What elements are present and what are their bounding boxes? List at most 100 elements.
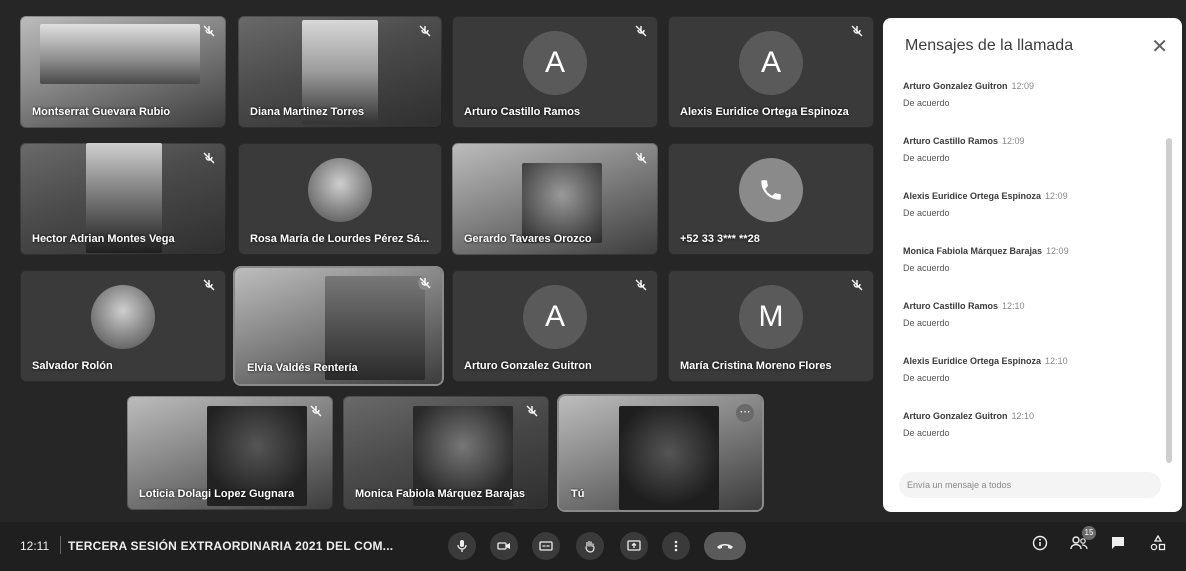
participant-tile[interactable]: M María Cristina Moreno Flores [668,270,874,382]
mic-off-icon [851,25,863,37]
participant-tile[interactable]: Monica Fabiola Márquez Barajas [343,396,549,510]
participant-name: Gerardo Tavares Orozco [464,233,592,245]
self-view-tile[interactable]: ⋯ Tú [559,396,762,510]
video-grid: Montserrat Guevara Rubio Diana Martinez … [0,0,1186,571]
current-time: 12:11 [20,539,50,553]
message-sender: Arturo Gonzalez Guitron [903,411,1008,421]
participant-name: Elvia Valdés Rentería [247,362,358,374]
chat-message: Arturo Castillo Ramos 12:09 De acuerdo [903,131,1158,186]
participant-name: Loticia Dolagi Lopez Gugnara [139,488,295,500]
chat-icon[interactable] [1110,535,1126,555]
more-vert-icon [674,540,678,552]
video-feed [522,163,602,243]
participant-name: Rosa María de Lourdes Pérez Sá... [250,233,430,245]
video-feed [619,406,719,510]
participant-name: Arturo Gonzalez Guitron [464,360,592,372]
participant-tile[interactable]: Hector Adrian Montes Vega [20,143,226,255]
chat-message-list: Arturo Gonzalez Guitron 12:09 De acuerdo … [903,76,1158,461]
participant-tile[interactable]: Salvador Rolón [20,270,226,382]
chat-title: Mensajes de la llamada [905,37,1074,54]
message-text: De acuerdo [903,98,950,108]
meeting-details-icon[interactable] [1032,535,1048,555]
message-sender: Arturo Gonzalez Guitron [903,81,1008,91]
message-text: De acuerdo [903,208,950,218]
mic-off-icon [526,405,538,417]
avatar: M [739,285,803,350]
participant-tile[interactable]: A Arturo Gonzalez Guitron [452,270,658,382]
chat-scrollbar[interactable] [1166,138,1172,463]
video-feed [40,24,200,84]
chat-panel: Mensajes de la llamada ✕ Arturo Gonzalez… [883,18,1182,512]
message-sender: Alexis Euridice Ortega Espinoza [903,191,1042,201]
chat-message: Monica Fabiola Márquez Barajas 12:09 De a… [903,241,1158,296]
captions-button[interactable] [532,532,560,560]
divider [60,536,61,554]
message-text: De acuerdo [903,373,950,383]
meeting-title: TERCERA SESIÓN EXTRAORDINARIA 2021 DEL C… [68,539,394,553]
more-options-icon[interactable]: ⋯ [736,404,754,422]
present-icon [627,540,641,551]
avatar: A [523,285,587,350]
message-time: 12:10 [1011,411,1035,421]
participant-name: Diana Martinez Torres [250,106,365,118]
leave-call-button[interactable] [704,532,746,560]
message-sender: Arturo Castillo Ramos [903,301,999,311]
hand-icon [585,540,595,553]
chat-message-input[interactable]: Envía un mensaje a todos [899,472,1161,498]
close-icon[interactable]: ✕ [1151,34,1168,59]
message-text: De acuerdo [903,318,950,328]
present-screen-button[interactable] [620,532,648,560]
participant-name: Tú [571,488,585,500]
mic-off-icon [203,25,215,37]
message-sender: Arturo Castillo Ramos [903,136,999,146]
participant-tile[interactable]: Diana Martinez Torres [238,16,442,128]
participant-name: Hector Adrian Montes Vega [32,233,175,245]
participant-tile[interactable]: +52 33 3*** **28 [668,143,874,255]
message-time: 12:10 [1002,301,1025,311]
message-time: 12:10 [1045,356,1068,366]
phone-icon [739,158,803,223]
avatar: A [523,31,587,96]
microphone-button[interactable] [448,532,476,560]
chat-message: Arturo Castillo Ramos 12:10 De acuerdo [903,296,1158,351]
mic-off-icon [635,25,647,37]
participant-tile[interactable]: A Alexis Euridice Ortega Espinoza [668,16,874,128]
camera-icon [497,542,510,550]
activities-icon[interactable] [1150,534,1166,555]
participant-name: +52 33 3*** **28 [680,233,760,245]
participant-name: Salvador Rolón [32,360,113,372]
chat-message: Arturo Gonzalez Guitron 12:10 De acuerdo [903,406,1158,461]
avatar [308,158,372,223]
avatar [91,285,155,350]
participants-count-badge: 15 [1082,526,1096,540]
message-time: 12:09 [1011,81,1035,91]
participant-tile[interactable]: Elvia Valdés Rentería [235,268,442,384]
participant-name: Montserrat Guevara Rubio [32,106,171,118]
chat-message: Alexis Euridice Ortega Espinoza 12:09 De … [903,186,1158,241]
participant-name: Arturo Castillo Ramos [464,106,581,118]
chat-message: Alexis Euridice Ortega Espinoza 12:10 De … [903,351,1158,406]
mic-off-icon [203,279,215,291]
chat-message: Arturo Gonzalez Guitron 12:09 De acuerdo [903,76,1158,131]
mic-off-icon [418,276,432,290]
raise-hand-button[interactable] [576,532,604,560]
participant-tile[interactable]: A Arturo Castillo Ramos [452,16,658,128]
call-controls-bar: 12:11 TERCERA SESIÓN EXTRAORDINARIA 2021… [0,522,1186,571]
message-time: 12:09 [1046,246,1069,256]
microphone-icon [457,540,467,552]
participant-tile[interactable]: Rosa María de Lourdes Pérez Sá... [238,143,442,255]
camera-button[interactable] [490,532,518,560]
participant-tile[interactable]: Montserrat Guevara Rubio [20,16,226,128]
participant-name: Alexis Euridice Ortega Espinoza [680,106,849,118]
message-sender: Alexis Euridice Ortega Espinoza [903,356,1042,366]
message-text: De acuerdo [903,153,950,163]
mic-off-icon [310,405,322,417]
mic-off-icon [203,152,215,164]
hang-up-icon [717,544,733,549]
participant-tile[interactable]: Gerardo Tavares Orozco [452,143,658,255]
more-options-button[interactable] [662,532,690,560]
participant-tile[interactable]: Loticia Dolagi Lopez Gugnara [127,396,333,510]
participant-name: Monica Fabiola Márquez Barajas [355,488,525,500]
captions-icon [539,541,553,551]
message-text: De acuerdo [903,428,950,438]
